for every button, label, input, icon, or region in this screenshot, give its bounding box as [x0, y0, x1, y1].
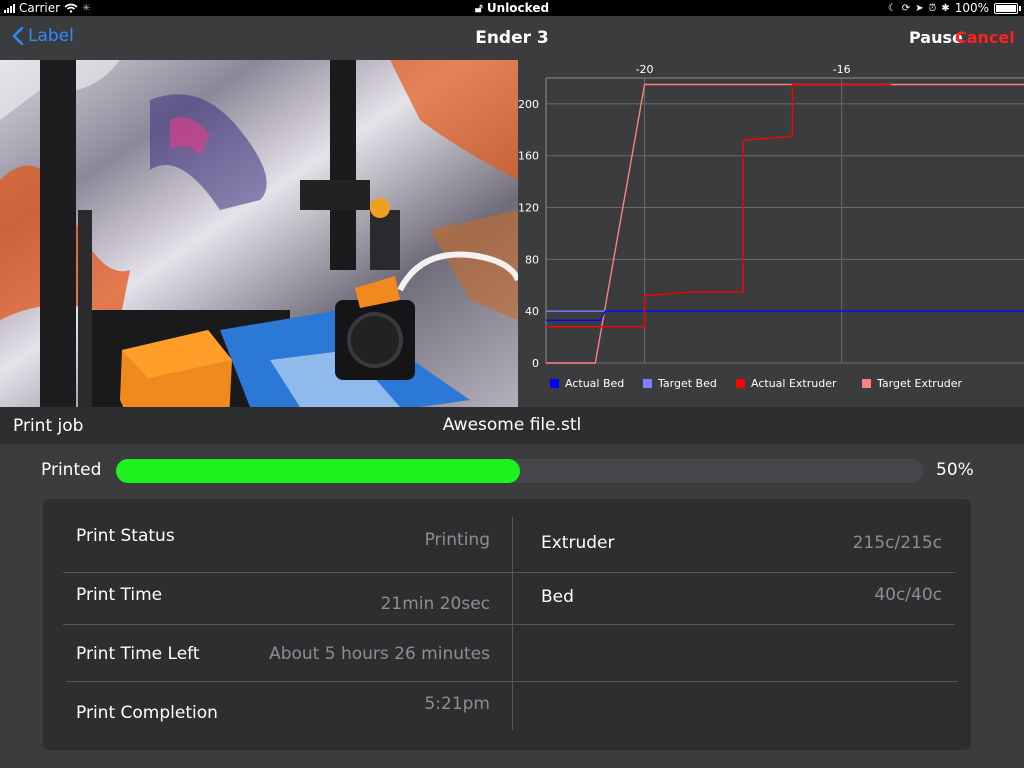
print-time-label: Print Time	[76, 585, 163, 605]
status-right: ☾ ⟳ ➤ ⏰︎ ✱ 100%	[887, 1, 1021, 15]
legend-label: Target Bed	[657, 377, 717, 390]
file-name: Awesome file.stl	[442, 415, 582, 435]
print-time-left-label: Print Time Left	[76, 644, 200, 664]
legend-swatch	[862, 379, 871, 388]
lock-icon: 🔓︎	[474, 1, 483, 15]
cancel-button[interactable]: Cancel	[955, 28, 1015, 47]
bed-value: 40c/40c	[874, 585, 942, 605]
row-divider	[63, 572, 955, 573]
moon-icon: ☾	[887, 2, 897, 14]
battery-icon	[994, 2, 1021, 14]
status-center: 🔓︎ Unlocked	[0, 1, 1024, 16]
bluetooth-icon: ✱	[941, 2, 950, 14]
row-divider	[66, 681, 958, 682]
progress-bar	[116, 459, 923, 483]
bed-label: Bed	[541, 587, 574, 607]
temperature-chart: 0 40 80 120 160 200 -20 -16 Actual Bed Target Bed…	[518, 60, 1024, 407]
y-tick-label: 40	[525, 305, 539, 318]
location-icon: ➤	[915, 2, 924, 14]
extruder-value: 215c/215c	[852, 533, 942, 553]
series-line-actual-bed	[546, 310, 1024, 321]
legend-swatch	[736, 379, 745, 388]
x-tick-label: -20	[636, 63, 654, 76]
print-completion-label: Print Completion	[76, 703, 218, 723]
nav-bar: Label Ender 3 Pause Cancel	[0, 16, 1024, 60]
legend-label: Actual Extruder	[751, 377, 837, 390]
legend-label: Actual Bed	[565, 377, 624, 390]
legend-label: Target Extruder	[876, 377, 963, 390]
print-job-header: Print job Awesome file.stl	[0, 407, 1024, 444]
print-completion-value: 5:21pm	[424, 694, 490, 714]
print-time-left-value: About 5 hours 26 minutes	[269, 644, 490, 664]
rotation-lock-icon: ⟳	[901, 2, 911, 14]
legend-swatch	[643, 379, 652, 388]
alarm-icon: ⏰︎	[928, 2, 937, 14]
progress-fill	[116, 459, 520, 483]
print-time-value: 21min 20sec	[380, 594, 490, 614]
y-tick-label: 0	[532, 357, 539, 370]
y-tick-label: 120	[518, 202, 539, 215]
printed-label: Printed	[41, 460, 102, 480]
chart-svg: 0 40 80 120 160 200 -20 -16 Actual Bed Target Bed…	[518, 63, 1024, 390]
page-title: Ender 3	[475, 28, 549, 48]
y-tick-label: 200	[518, 98, 539, 111]
battery-label: 100%	[954, 1, 989, 15]
camera-feed	[0, 60, 518, 407]
print-status-label: Print Status	[76, 526, 175, 546]
lock-label: Unlocked	[486, 1, 550, 15]
series-line-target-extruder	[546, 83, 1024, 364]
legend-swatch	[550, 379, 559, 388]
y-tick-label: 80	[525, 253, 539, 266]
status-bar: Carrier ✳ 🔓︎ Unlocked ☾ ⟳ ➤ ⏰︎ ✱ 100%	[0, 0, 1024, 16]
extruder-label: Extruder	[541, 533, 615, 553]
x-tick-label: -16	[833, 63, 851, 76]
print-status-value: Printing	[424, 530, 490, 550]
row-divider	[63, 624, 955, 625]
series-line-actual-extruder	[546, 83, 891, 328]
progress-percent: 50%	[936, 460, 974, 480]
printer-photo	[0, 60, 518, 407]
y-tick-label: 160	[518, 150, 539, 163]
